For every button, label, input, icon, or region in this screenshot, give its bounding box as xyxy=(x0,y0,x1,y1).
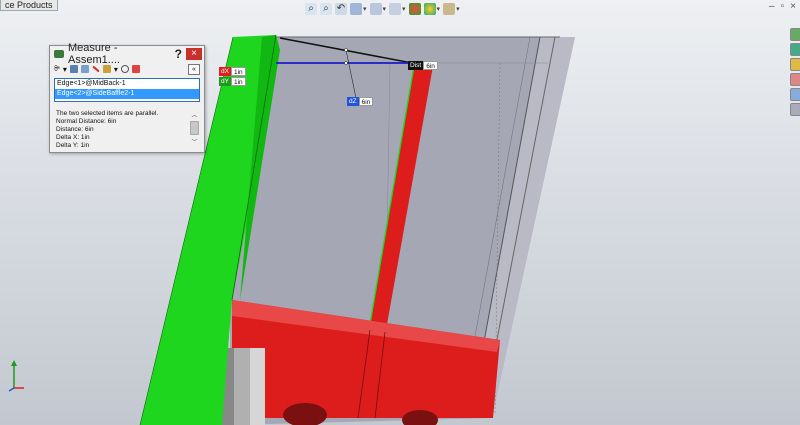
measure-title: Measure - Assem1.... xyxy=(68,42,120,66)
close-icon[interactable]: × xyxy=(790,1,796,12)
show-xyz-icon[interactable] xyxy=(69,65,78,73)
results-scrollbar[interactable]: ︿ ﹀ xyxy=(190,110,199,148)
dy-key: dY xyxy=(219,77,231,86)
section-view-icon[interactable] xyxy=(350,3,362,15)
dist-key: Dist xyxy=(408,61,424,70)
design-library-icon[interactable] xyxy=(790,43,800,56)
close-button[interactable]: × xyxy=(186,48,202,60)
chevron-down-icon[interactable]: ▾ xyxy=(456,5,460,13)
previous-view-icon[interactable]: ↶ xyxy=(335,3,347,15)
projection-icon[interactable] xyxy=(92,65,100,73)
edit-appearance-icon[interactable] xyxy=(408,3,421,15)
dx-value: 1in xyxy=(230,67,246,76)
measure-icon xyxy=(54,50,64,58)
dy-callout: dY 1in xyxy=(219,77,246,86)
view-palette-icon[interactable] xyxy=(790,73,800,86)
chevron-down-icon[interactable]: ▾ xyxy=(383,5,387,13)
collapse-button[interactable]: « xyxy=(188,63,200,75)
units-precision-icon[interactable]: ꔭ xyxy=(54,64,60,74)
reference-triad-icon xyxy=(8,360,24,392)
dy-value: 1in xyxy=(230,77,246,86)
zoom-area-icon[interactable]: ⌕ xyxy=(320,3,332,15)
help-icon[interactable]: ? xyxy=(175,47,182,61)
result-line: Delta Y: 1in xyxy=(56,142,90,149)
list-item[interactable]: Edge<2>@SideBaffle2-1 xyxy=(55,89,199,99)
appearances-icon[interactable] xyxy=(790,88,800,101)
chevron-down-icon[interactable]: ▾ xyxy=(402,5,406,13)
center-distance-icon[interactable] xyxy=(102,65,111,73)
file-explorer-icon[interactable] xyxy=(790,58,800,71)
chevron-down-icon[interactable]: ▾ xyxy=(114,65,118,74)
list-item[interactable]: Edge<1>@MidBack-1 xyxy=(55,79,199,89)
measure-title-bar[interactable]: Measure - Assem1.... ? × xyxy=(50,42,204,66)
dist-callout: Dist 6in xyxy=(408,61,438,70)
scroll-up-icon[interactable]: ︿ xyxy=(190,110,199,119)
minimize-icon[interactable]: – xyxy=(769,1,775,12)
dz-key: dZ xyxy=(347,97,359,106)
dx-key: dX xyxy=(219,67,231,76)
window-controls: – ▫ × xyxy=(769,1,796,12)
display-style-icon[interactable] xyxy=(389,3,402,15)
chevron-down-icon[interactable]: ▾ xyxy=(363,5,367,13)
resources-icon[interactable] xyxy=(790,28,800,41)
task-pane-tabs xyxy=(790,28,800,116)
apply-scene-icon[interactable] xyxy=(423,3,436,15)
scroll-down-icon[interactable]: ﹀ xyxy=(190,137,199,146)
measure-results: The two selected items are parallel. Nor… xyxy=(56,110,188,150)
zoom-to-fit-icon[interactable]: ⌕ xyxy=(305,3,317,15)
create-sensor-icon[interactable] xyxy=(131,65,140,73)
chevron-down-icon[interactable]: ▾ xyxy=(437,5,441,13)
view-orientation-icon[interactable] xyxy=(369,3,382,15)
chevron-down-icon[interactable]: ▾ xyxy=(63,65,67,74)
selection-list[interactable]: Edge<1>@MidBack-1 Edge<2>@SideBaffle2-1 xyxy=(54,78,200,102)
history-icon[interactable] xyxy=(120,65,129,73)
custom-properties-icon[interactable] xyxy=(790,103,800,116)
dz-callout: dZ 6in xyxy=(347,97,374,106)
heads-up-toolbar: ⌕ ⌕ ↶ ▾ ▾ ▾ ▾ ▾ xyxy=(305,1,460,17)
result-line: Distance: 6in xyxy=(56,126,94,133)
result-line: Normal Distance: 6in xyxy=(56,118,117,125)
dz-value: 6in xyxy=(358,97,374,106)
point-to-point-icon[interactable] xyxy=(80,65,89,73)
scroll-thumb[interactable] xyxy=(190,121,199,135)
view-settings-icon[interactable] xyxy=(443,3,456,15)
measure-dialog[interactable]: Measure - Assem1.... ? × ꔭ ▾ ▾ « Edge<1>… xyxy=(49,42,205,153)
restore-icon[interactable]: ▫ xyxy=(781,1,785,12)
tab-label[interactable]: ce Products xyxy=(0,0,58,11)
dist-value: 6in xyxy=(423,61,438,70)
result-line: Delta X: 1in xyxy=(56,134,90,141)
dx-callout: dX 1in xyxy=(219,67,246,76)
result-line: The two selected items are parallel. xyxy=(56,110,159,117)
